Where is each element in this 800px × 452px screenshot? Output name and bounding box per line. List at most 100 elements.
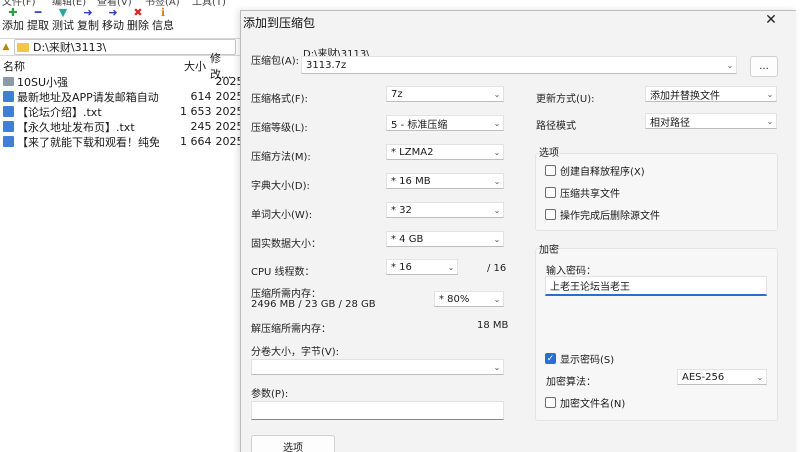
word-size-label: 单词大小(W): (251, 210, 313, 221)
format-label: 压缩格式(F): (251, 94, 308, 105)
level-select[interactable]: 5 - 标准压缩 ⌄ (386, 115, 504, 131)
word-size-select[interactable]: * 32 ⌄ (386, 202, 504, 218)
menu-item[interactable]: 工具(T) (192, 0, 226, 7)
file-row[interactable]: 【论坛介绍】.txt 1 6532025-... (0, 104, 240, 119)
password-value: 上老王论坛当老王 (550, 282, 630, 293)
chevron-down-icon: ⌄ (756, 372, 764, 382)
path-text: D:\来财\3113\ (33, 41, 107, 54)
column-size[interactable]: 大小 (170, 58, 206, 74)
chevron-down-icon: ⌄ (493, 205, 501, 215)
column-name[interactable]: 名称 (0, 58, 170, 74)
path-mode-select[interactable]: 相对路径 ⌄ (645, 113, 777, 129)
update-mode-select[interactable]: 添加并替换文件 ⌄ (645, 86, 777, 102)
plus-icon: ✚ (8, 6, 18, 19)
encryption-method-select[interactable]: AES-256 ⌄ (677, 369, 767, 385)
toolbar-button-2[interactable]: ▼ 测试 (52, 7, 74, 33)
compress-shared-label: 压缩共享文件 (560, 189, 620, 200)
file-size: 1 653 (179, 105, 212, 118)
toolbar-button-5[interactable]: ✖ 删除 (127, 7, 149, 33)
toolbar-label: 移动 (102, 19, 124, 32)
solid-size-label: 固实数据大小： (251, 239, 321, 250)
dictionary-label: 字典大小(D): (251, 181, 310, 192)
encryption-method-label: 加密算法： (546, 377, 596, 388)
chevron-down-icon: ⌄ (766, 116, 774, 126)
show-password-checkbox[interactable]: ✓ 显示密码(S) (545, 351, 614, 366)
threads-select[interactable]: * 16 ⌄ (386, 259, 458, 275)
chevron-down-icon: ⌄ (493, 89, 501, 99)
archive-label: 压缩包(A): (251, 56, 300, 67)
solid-size-select[interactable]: * 4 GB ⌄ (386, 231, 504, 247)
chevron-down-icon: ⌄ (447, 262, 455, 272)
file-row[interactable]: 10SU小强 2025-... (0, 74, 240, 89)
minus-icon: ━ (34, 6, 42, 19)
update-mode-value: 添加并替换文件 (650, 90, 720, 102)
file-size: 614 (190, 90, 212, 103)
memory-percent-value: * 80% (439, 293, 470, 305)
toolbar-button-4[interactable]: ➜ 移动 (102, 7, 124, 33)
up-folder-icon[interactable]: ▲ (0, 42, 12, 52)
file-date: 2025-... (215, 105, 240, 118)
close-icon[interactable]: ✕ (764, 13, 778, 27)
menu-item[interactable]: 书签(A) (145, 0, 180, 7)
word-size-value: * 32 (391, 204, 412, 216)
threads-value: * 16 (391, 261, 412, 273)
compress-shared-checkbox[interactable]: 压缩共享文件 (545, 185, 620, 200)
file-icon (3, 91, 14, 102)
split-volume-combo[interactable]: ⌄ (251, 359, 504, 375)
check-icon: ✓ (545, 353, 556, 364)
file-name: 【来了就能下载和观看！纯免... (17, 135, 159, 149)
password-label: 输入密码： (546, 266, 596, 277)
toolbar-button-6[interactable]: ℹ 信息 (152, 7, 174, 33)
file-row[interactable]: 【永久地址发布页】.txt 2452025-... (0, 119, 240, 134)
toolbar-button-0[interactable]: ✚ 添加 (2, 7, 24, 33)
encrypt-filenames-checkbox[interactable]: 加密文件名(N) (545, 395, 625, 410)
dialog-title: 添加到压缩包 (243, 16, 316, 30)
file-size: 245 (190, 120, 212, 133)
method-value: * LZMA2 (391, 146, 434, 158)
menu-bar: 文件(F)编辑(E)查看(V)书签(A)工具(T)帮助(H) (0, 0, 240, 7)
dictionary-select[interactable]: * 16 MB ⌄ (386, 173, 504, 189)
menu-item[interactable]: 查看(V) (97, 0, 132, 7)
file-icon (3, 136, 14, 147)
update-mode-label: 更新方式(U): (536, 94, 595, 105)
parameters-input[interactable] (251, 401, 504, 420)
chevron-down-icon: ⌄ (493, 147, 501, 157)
options-button[interactable]: 选项 (251, 435, 335, 452)
chevron-down-icon: ⌄ (493, 234, 501, 244)
archive-name-combo[interactable]: 3113.7z ⌄ (301, 56, 737, 74)
file-row[interactable]: 最新地址及APP请发邮箱自动... 6142025-... (0, 89, 240, 104)
path-input[interactable]: D:\来财\3113\ (14, 39, 236, 55)
menu-item[interactable]: 文件(F) (2, 0, 36, 7)
chevron-down-icon: ⌄ (493, 362, 501, 372)
file-manager-window: 文件(F)编辑(E)查看(V)书签(A)工具(T)帮助(H) ✚添加━提取▼测试… (0, 0, 240, 452)
create-sfx-checkbox[interactable]: 创建自释放程序(X) (545, 163, 645, 178)
toolbar-button-1[interactable]: ━ 提取 (27, 7, 49, 33)
toolbar-label: 删除 (127, 19, 149, 32)
file-icon (3, 121, 14, 132)
level-value: 5 - 标准压缩 (391, 119, 448, 131)
parameters-label: 参数(P): (251, 389, 289, 400)
browse-button[interactable]: ... (750, 56, 778, 77)
toolbar-button-3[interactable]: ➜ 复制 (77, 7, 99, 33)
folder-icon (3, 77, 14, 86)
chevron-down-icon: ⌄ (493, 176, 501, 186)
checkbox-box (545, 397, 556, 408)
file-date: 2025-... (215, 90, 240, 103)
password-input[interactable]: 上老王论坛当老王 (545, 276, 767, 296)
menu-item[interactable]: 编辑(E) (52, 0, 86, 7)
chevron-down-icon: ⌄ (493, 294, 501, 304)
options-group-title: 选项 (539, 148, 559, 159)
method-select[interactable]: * LZMA2 ⌄ (386, 144, 504, 160)
memory-percent-select[interactable]: * 80% ⌄ (434, 291, 504, 307)
delete-after-checkbox[interactable]: 操作完成后删除源文件 (545, 207, 660, 222)
toolbar-label: 测试 (52, 19, 74, 32)
decompress-memory-label: 解压缩所需内存： (251, 324, 331, 335)
file-size: 1 664 (179, 135, 212, 148)
delete-after-label: 操作完成后删除源文件 (560, 211, 660, 222)
format-select[interactable]: 7z ⌄ (386, 86, 504, 102)
file-row[interactable]: 【来了就能下载和观看！纯免... 1 6642025-... (0, 134, 240, 149)
folder-icon (17, 42, 29, 52)
file-icon (3, 106, 14, 117)
level-label: 压缩等级(L): (251, 123, 308, 134)
file-name: 【永久地址发布页】.txt (17, 120, 135, 134)
